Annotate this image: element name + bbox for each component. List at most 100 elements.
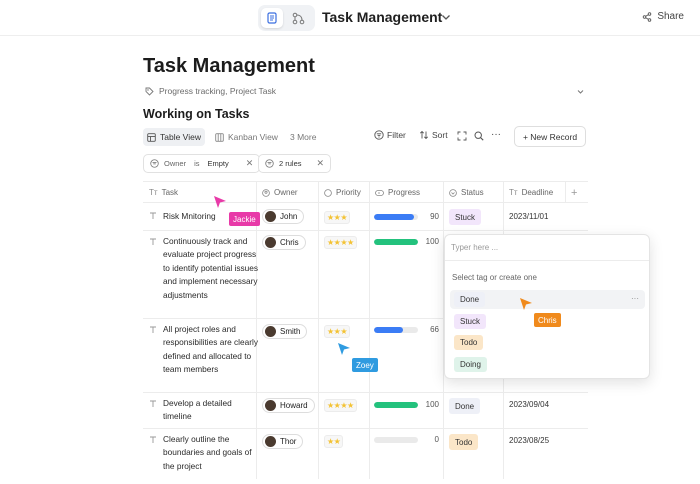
owner-chip[interactable]: Smith [262, 324, 308, 339]
expand-icon[interactable] [457, 131, 467, 141]
deadline-value[interactable]: 2023/09/04 [509, 400, 549, 409]
text-field-icon: Tт [149, 188, 158, 197]
owner-chip[interactable]: Thor [262, 434, 304, 449]
text-icon [150, 238, 156, 245]
column-header-task[interactable]: Tт Task [143, 182, 256, 203]
priority-rating[interactable]: ★★ [324, 435, 344, 448]
status-tag[interactable]: Todo [449, 434, 479, 450]
owner-name: Thor [280, 437, 297, 446]
top-bar: Task Management Share [0, 0, 700, 36]
workflow-icon [292, 12, 304, 24]
close-icon[interactable]: ✕ [246, 158, 254, 169]
section-title: Working on Tasks [143, 107, 250, 121]
avatar [265, 237, 276, 248]
progress-value: 90 [430, 212, 439, 221]
owner-chip[interactable]: Howard [262, 398, 315, 413]
task-text[interactable]: Develop a detailed timeline [163, 397, 259, 424]
more-options-icon[interactable]: ··· [491, 129, 501, 140]
owner-name: Smith [280, 327, 301, 336]
avatar [265, 400, 276, 411]
page-meta-text: Progress tracking, Project Task [159, 86, 276, 96]
date-field-icon: Tт [509, 188, 518, 197]
deadline-value[interactable]: 2023/11/01 [509, 212, 548, 221]
rules-label: 2 rules [279, 159, 302, 168]
chevron-down-icon[interactable] [576, 87, 585, 96]
dropdown-option-doing[interactable]: Doing [450, 355, 645, 374]
task-text[interactable]: Continuously track and evaluate project … [163, 235, 259, 302]
filter-button[interactable]: Filter [374, 130, 406, 140]
rules-filter-pill[interactable]: 2 rules ✕ [258, 154, 332, 173]
status-tag[interactable]: Done [449, 398, 481, 414]
progress-value: 66 [430, 325, 439, 334]
document-icon [267, 12, 277, 24]
cursor-pointer-icon [214, 196, 226, 208]
chevron-down-icon[interactable] [440, 11, 452, 23]
priority-rating[interactable]: ★★★ [324, 325, 351, 338]
text-icon [150, 436, 156, 443]
column-header-status[interactable]: Status [443, 182, 503, 203]
progress-fill [374, 327, 404, 333]
table-header: Tт Task Owner Priority Progress Status T… [143, 181, 588, 203]
new-record-label: + New Record [522, 131, 578, 142]
cursor-pointer-icon [520, 298, 532, 310]
owner-filter-pill[interactable]: Owner is Empty ✕ [143, 154, 261, 173]
tab-more[interactable]: 3 More [286, 128, 320, 146]
progress-fill [374, 214, 414, 220]
option-tag: Stuck [454, 314, 487, 329]
filter-field: Owner [164, 159, 187, 168]
column-header-priority[interactable]: Priority [318, 182, 369, 203]
table-row[interactable]: Clearly outline the boundaries and goals… [143, 429, 588, 479]
sort-button[interactable]: Sort [419, 130, 448, 140]
column-header-owner[interactable]: Owner [256, 182, 318, 203]
task-text[interactable]: Clearly outline the boundaries and goals… [163, 433, 259, 473]
option-tag: Doing [454, 357, 487, 372]
tag-search-input[interactable]: Typer here ... [445, 235, 649, 261]
owner-chip[interactable]: Chris [262, 235, 306, 250]
sort-label: Sort [432, 130, 448, 140]
document-view-button[interactable] [261, 8, 283, 28]
tab-table-view[interactable]: Table View [143, 128, 205, 146]
avatar [265, 211, 276, 222]
tab-label: Table View [160, 132, 201, 142]
task-text[interactable]: All project roles and responsibilities a… [163, 323, 259, 377]
sort-icon [419, 130, 429, 140]
priority-rating[interactable]: ★★★★ [324, 399, 357, 412]
view-toggle [258, 5, 315, 31]
column-label: Owner [274, 188, 298, 197]
share-icon [643, 11, 652, 22]
dropdown-option-todo[interactable]: Todo [450, 333, 645, 352]
close-icon[interactable]: ✕ [317, 158, 325, 169]
column-label: Status [461, 188, 484, 197]
owner-name: Chris [280, 238, 299, 247]
status-tag[interactable]: Stuck [449, 209, 482, 225]
filter-value[interactable]: Empty [208, 159, 229, 168]
progress-bar [374, 402, 418, 408]
priority-rating[interactable]: ★★★★ [324, 236, 357, 249]
workflow-view-button[interactable] [287, 8, 309, 28]
add-column-button[interactable]: + [565, 182, 588, 203]
search-icon[interactable] [474, 131, 484, 141]
owner-name: Howard [280, 401, 308, 410]
owner-name: John [280, 212, 298, 221]
new-record-button[interactable]: + New Record [514, 126, 586, 147]
collaborator-cursor-label: Zoey [352, 358, 378, 372]
more-options-icon[interactable]: ··· [631, 294, 639, 303]
column-header-progress[interactable]: Progress [369, 182, 443, 203]
collaborator-cursor-label: Chris [534, 313, 561, 327]
column-header-deadline[interactable]: Tт Deadline [503, 182, 565, 203]
deadline-value[interactable]: 2023/08/25 [509, 436, 549, 445]
share-button[interactable]: Share [642, 11, 684, 22]
tab-kanban-view[interactable]: Kanban View [211, 128, 282, 146]
option-tag: Done [454, 292, 486, 307]
filter-icon [265, 159, 274, 168]
dropdown-option-done[interactable]: Done ··· [450, 290, 645, 309]
tag-icon [145, 87, 154, 96]
app-title: Task Management [322, 9, 443, 25]
status-tag-dropdown: Typer here ... Select tag or create one … [444, 234, 650, 379]
avatar [265, 436, 276, 447]
priority-rating[interactable]: ★★★ [324, 211, 351, 224]
table-row[interactable]: Develop a detailed timeline Howard ★★★★ … [143, 393, 588, 429]
table-row[interactable]: Risk Mnitoring John ★★★ 90 Stuck 2023/11… [143, 203, 588, 231]
owner-chip[interactable]: John [262, 209, 305, 224]
progress-field-icon [375, 189, 384, 196]
